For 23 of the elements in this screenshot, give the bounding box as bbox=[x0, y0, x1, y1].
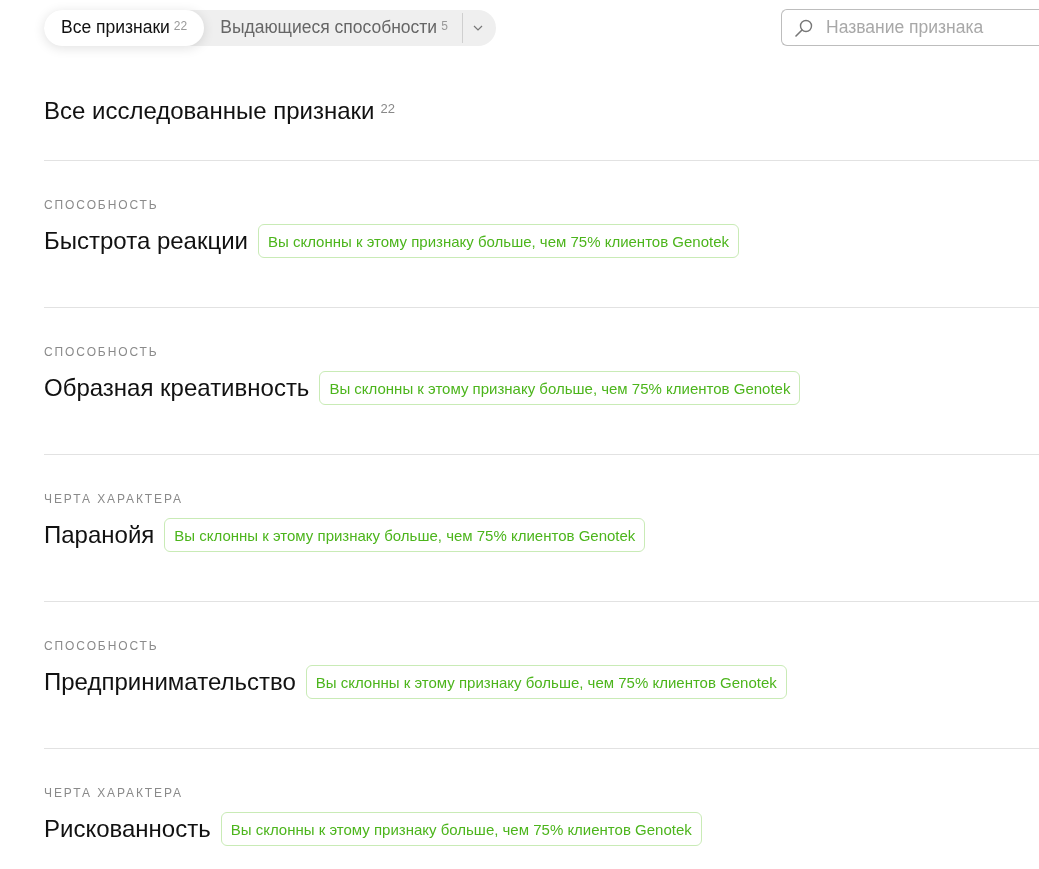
trait-count: 22 bbox=[380, 100, 395, 118]
filter-tab[interactable]: Все признаки 22 bbox=[44, 9, 205, 46]
trait-name[interactable]: Паранойя bbox=[44, 520, 155, 550]
chevron-down-icon bbox=[472, 24, 483, 31]
comparison-badge: Вы склонны к этому признаку больше, чем 75% клиентов Genotek bbox=[220, 812, 702, 846]
trait-name[interactable]: Образная креативность bbox=[44, 373, 310, 403]
category-label: СПОСОБНОСТЬ bbox=[44, 344, 159, 360]
comparison-badge: Вы склонны к этому признаку больше, чем 75% клиентов Genotek bbox=[258, 224, 740, 258]
trait-name[interactable]: Предпринимательство bbox=[44, 667, 296, 697]
section-title: Все исследованные признаки bbox=[44, 96, 375, 126]
trait-name[interactable]: Рискованность bbox=[44, 814, 211, 844]
category-label: СПОСОБНОСТЬ bbox=[44, 638, 159, 654]
comparison-badge: Вы склонны к этому признаку больше, чем 75% клиентов Genotek bbox=[319, 371, 801, 405]
comparison-badge: Вы склонны к этому признаку больше, чем 75% клиентов Genotek bbox=[164, 518, 646, 552]
filter-tab[interactable]: Выдающиеся способности 5 bbox=[204, 9, 460, 46]
trait-name[interactable]: Быстрота реакции bbox=[44, 226, 248, 256]
category-label: ЧЕРТА ХАРАКТЕРА bbox=[44, 785, 183, 801]
category-label: СПОСОБНОСТЬ bbox=[44, 197, 159, 213]
search-icon bbox=[795, 19, 813, 37]
comparison-badge: Вы склонны к этому признаку больше, чем 75% клиентов Genotek bbox=[305, 665, 787, 699]
dropdown-button[interactable] bbox=[471, 23, 484, 32]
category-label: ЧЕРТА ХАРАКТЕРА bbox=[44, 491, 183, 507]
search-field[interactable]: Название признака bbox=[781, 9, 1039, 46]
